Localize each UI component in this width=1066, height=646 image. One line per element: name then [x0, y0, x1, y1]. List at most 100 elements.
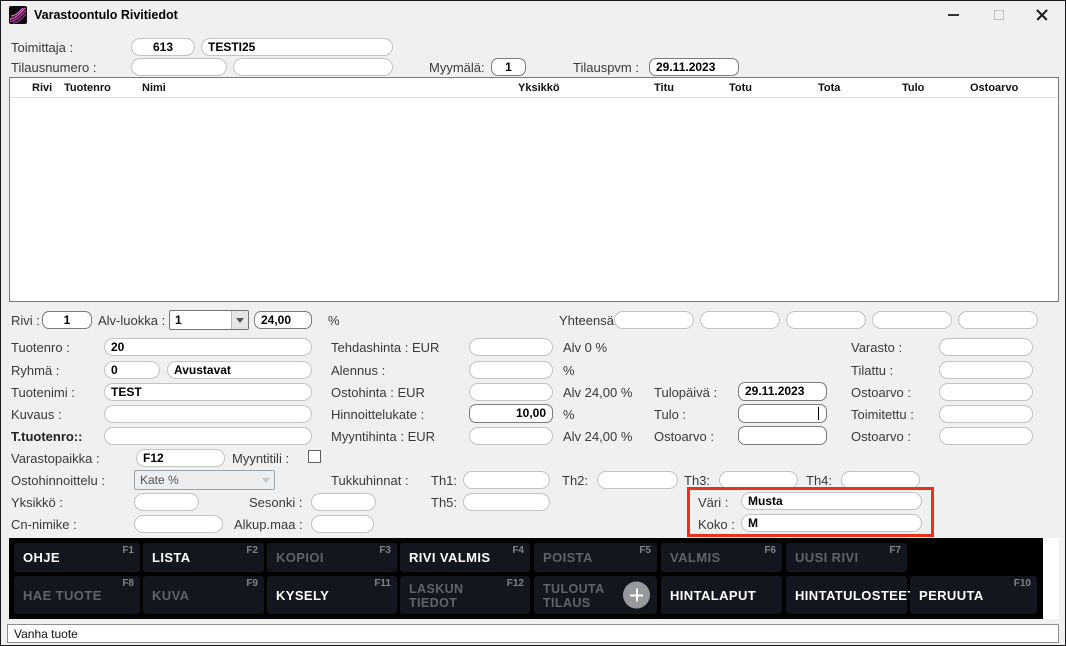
tulopaiva-label: Tulopäivä :	[654, 385, 718, 400]
toimittaja-label: Toimittaja :	[11, 40, 74, 55]
toimittaja-code-field[interactable]: 613	[131, 38, 195, 56]
hinnoittelukate-field[interactable]: 10,00	[469, 404, 553, 423]
tilausnumero-field-2[interactable]	[233, 58, 393, 76]
peruuta-button[interactable]: PERUUTA F10	[910, 576, 1037, 614]
alkup-maa-field[interactable]	[311, 515, 374, 533]
tilattu-field[interactable]	[939, 361, 1033, 379]
tuotenimi-label: Tuotenimi :	[11, 385, 75, 400]
tilauspvm-field[interactable]: 29.11.2023	[649, 58, 739, 76]
alv-percent-field[interactable]: 24,00	[254, 311, 312, 329]
tukkuhinnat-label: Tukkuhinnat :	[331, 473, 409, 488]
tuotenimi-field[interactable]: TEST	[104, 383, 312, 401]
myymala-field[interactable]: 1	[491, 58, 526, 76]
col-ostoarvo: Ostoarvo	[970, 82, 1019, 94]
sesonki-field[interactable]	[311, 493, 376, 511]
myyntihinta-label: Myyntihinta : EUR	[331, 429, 436, 444]
tulo-field[interactable]	[738, 404, 827, 423]
alv-luokka-value: 1	[175, 313, 182, 327]
toimittaja-name-field[interactable]: TESTI25	[201, 38, 393, 56]
th5-field[interactable]	[463, 493, 550, 511]
th2-field[interactable]	[597, 471, 678, 489]
yhteensa-field-2[interactable]	[700, 311, 780, 329]
yksikko-label: Yksikkö :	[11, 495, 64, 510]
laskun-tiedot-button[interactable]: LASKUN TIEDOT F12	[400, 576, 530, 614]
rivi-valmis-button[interactable]: RIVI VALMIS F4	[400, 543, 530, 572]
col-rivi: Rivi	[32, 82, 53, 94]
ostohinnoittelu-select[interactable]: Kate %	[134, 470, 275, 490]
tuotenro-label: Tuotenro :	[11, 340, 70, 355]
close-icon	[1036, 9, 1048, 21]
col-tuotenro: Tuotenro	[64, 82, 111, 94]
tulopaiva-field[interactable]: 29.11.2023	[738, 382, 827, 401]
tilausnumero-label: Tilausnumero :	[11, 60, 97, 75]
th1-label: Th1:	[431, 473, 458, 488]
kuvaus-field[interactable]	[104, 405, 312, 423]
tuotenro-field[interactable]: 20	[104, 338, 312, 356]
ryhma-label: Ryhmä :	[11, 363, 60, 378]
th3-field[interactable]	[719, 471, 798, 489]
ryhma-name-field[interactable]: Avustavat	[167, 361, 312, 379]
tulouta-tilaus-button[interactable]: TULOUTA TILAUS	[534, 576, 657, 614]
maximize-icon	[993, 10, 1004, 20]
ryhma-code-field[interactable]: 0	[104, 361, 160, 379]
th4-field[interactable]	[841, 471, 920, 489]
yhteensa-field-4[interactable]	[872, 311, 952, 329]
tehdashinta-label: Tehdashinta : EUR	[331, 340, 440, 355]
button-panel-gap	[1043, 538, 1059, 619]
tilausnumero-field-1[interactable]	[131, 58, 227, 76]
alennus-label: Alennus :	[331, 363, 386, 378]
myyntihinta-field[interactable]	[469, 427, 553, 445]
th4-label: Th4:	[806, 473, 833, 488]
plus-circle-icon[interactable]	[623, 581, 650, 609]
myyntitili-checkbox[interactable]	[308, 450, 321, 463]
kuva-button[interactable]: KUVA F9	[143, 576, 264, 614]
kopioi-button[interactable]: KOPIOI F3	[267, 543, 397, 572]
yhteensa-field-3[interactable]	[786, 311, 866, 329]
ostoarvo-right2-field[interactable]	[939, 427, 1033, 445]
varasto-field[interactable]	[939, 338, 1033, 356]
close-button[interactable]	[1019, 1, 1064, 29]
chevron-down-icon[interactable]	[231, 311, 248, 329]
alv-luokka-label: Alv-luokka :	[98, 313, 166, 328]
alkup-maa-label: Alkup.maa :	[234, 517, 303, 532]
hintatulosteet-button[interactable]: HINTATULOSTEET	[786, 576, 915, 614]
lista-button[interactable]: LISTA F2	[143, 543, 264, 572]
poista-button[interactable]: POISTA F5	[534, 543, 657, 572]
ostoarvo-right2-label: Ostoarvo :	[851, 429, 911, 444]
uusi-rivi-button[interactable]: UUSI RIVI F7	[786, 543, 907, 572]
alv-luokka-select[interactable]: 1	[169, 310, 249, 330]
t-tuotenro-field[interactable]	[104, 427, 312, 445]
th1-field[interactable]	[463, 471, 550, 489]
th5-label: Th5:	[431, 495, 458, 510]
kysely-button[interactable]: KYSELY F11	[267, 576, 397, 614]
varastopaikka-field[interactable]: F12	[136, 449, 225, 467]
toimitettu-label: Toimitettu :	[851, 407, 914, 422]
rows-table[interactable]: Rivi Tuotenro Nimi Yksikkö Titu Totu Tot…	[9, 77, 1059, 302]
hintalaput-button[interactable]: HINTALAPUT	[661, 576, 782, 614]
toimitettu-field[interactable]	[939, 405, 1033, 423]
varasto-label: Varasto :	[851, 340, 903, 355]
yhteensa-field-5[interactable]	[958, 311, 1038, 329]
vari-field[interactable]: Musta	[741, 492, 922, 510]
hae-tuote-button[interactable]: HAE TUOTE F8	[14, 576, 140, 614]
ostohinnoittelu-value: Kate %	[140, 473, 179, 487]
valmis-button[interactable]: VALMIS F6	[661, 543, 782, 572]
yksikko-field[interactable]	[134, 493, 199, 511]
tilauspvm-label: Tilauspvm :	[573, 60, 639, 75]
koko-field[interactable]: M	[741, 514, 922, 532]
yhteensa-field-1[interactable]	[614, 311, 694, 329]
maximize-button[interactable]	[976, 1, 1021, 29]
ohje-button[interactable]: OHJE F1	[14, 543, 140, 572]
alennus-field[interactable]	[469, 361, 553, 379]
ostohinta-field[interactable]	[469, 383, 553, 401]
minimize-button[interactable]	[931, 1, 976, 29]
yhteensa-label: Yhteensä:	[559, 313, 618, 328]
ostoarvo-mid-field[interactable]	[738, 426, 827, 445]
tehdashinta-field[interactable]	[469, 338, 553, 356]
app-window: Varastoontulo Rivitiedot Toimittaja : 61…	[0, 0, 1066, 646]
cn-nimike-field[interactable]	[134, 515, 223, 533]
hinnoittelukate-percent-sign: %	[563, 407, 575, 422]
ostoarvo-right1-field[interactable]	[939, 383, 1033, 401]
rivi-field[interactable]: 1	[42, 311, 92, 329]
ostoarvo-mid-label: Ostoarvo :	[654, 429, 714, 444]
